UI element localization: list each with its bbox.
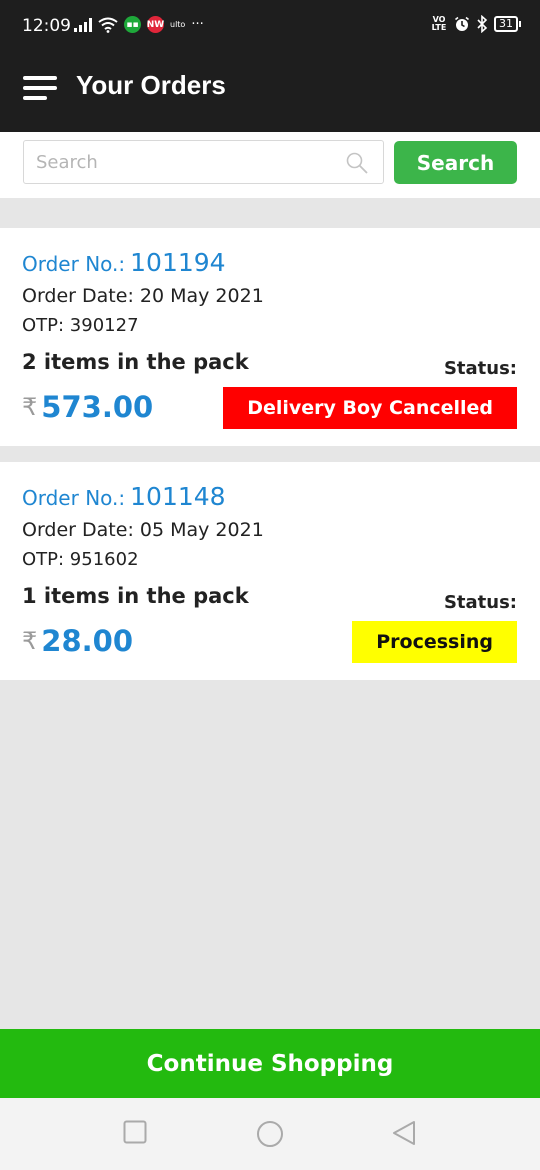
search-input[interactable] bbox=[34, 141, 338, 183]
back-icon[interactable] bbox=[392, 1120, 416, 1146]
rupee-icon: ₹ bbox=[22, 627, 38, 655]
order-number: Order No.: 101148 bbox=[22, 482, 226, 511]
alarm-icon bbox=[455, 16, 469, 31]
page-title: Your Orders bbox=[76, 70, 226, 100]
news-app-icon: NW bbox=[147, 16, 164, 33]
status-label: Status: bbox=[443, 358, 517, 379]
system-nav-bar bbox=[0, 1098, 540, 1170]
home-icon[interactable] bbox=[256, 1120, 284, 1148]
order-price-value: 28.00 bbox=[41, 624, 134, 658]
status-badge: Delivery Boy Cancelled bbox=[223, 387, 517, 429]
status-left-icons: ▪▪ NW ulto ··· bbox=[74, 16, 204, 33]
signal-icon bbox=[74, 17, 92, 32]
order-price: ₹28.00 bbox=[22, 624, 133, 658]
status-time: 12:09 bbox=[22, 16, 71, 36]
order-date: Order Date: 05 May 2021 bbox=[22, 519, 264, 541]
search-icon bbox=[346, 152, 368, 174]
search-field bbox=[23, 140, 384, 184]
order-items-count: 2 items in the pack bbox=[22, 350, 249, 374]
order-price: ₹573.00 bbox=[22, 390, 153, 424]
order-number-value: 101194 bbox=[130, 248, 226, 277]
order-price-value: 573.00 bbox=[41, 390, 154, 424]
order-number-label: Order No.: bbox=[22, 252, 126, 276]
order-card[interactable]: Order No.: 101148 Order Date: 05 May 2021… bbox=[0, 462, 540, 680]
search-button[interactable]: Search bbox=[394, 141, 517, 184]
rupee-icon: ₹ bbox=[22, 393, 38, 421]
continue-shopping-button[interactable]: Continue Shopping bbox=[0, 1029, 540, 1098]
order-number-value: 101148 bbox=[130, 482, 226, 511]
chat-app-icon: ▪▪ bbox=[124, 16, 141, 33]
order-items-count: 1 items in the pack bbox=[22, 584, 249, 608]
order-card[interactable]: Order No.: 101194 Order Date: 20 May 2021… bbox=[0, 228, 540, 446]
bluetooth-icon bbox=[477, 15, 488, 33]
order-otp: OTP: 951602 bbox=[22, 549, 139, 570]
recent-apps-icon[interactable] bbox=[123, 1120, 147, 1144]
wifi-icon bbox=[98, 17, 118, 33]
status-badge: Processing bbox=[352, 621, 517, 663]
order-number: Order No.: 101194 bbox=[22, 248, 226, 277]
order-otp: OTP: 390127 bbox=[22, 315, 139, 336]
app-bar: Your Orders bbox=[0, 42, 540, 132]
app-badge-text: ulto bbox=[170, 20, 186, 29]
order-date: Order Date: 20 May 2021 bbox=[22, 285, 264, 307]
status-label: Status: bbox=[443, 592, 517, 613]
volte-icon: VO LTE bbox=[431, 15, 447, 32]
hamburger-menu-icon[interactable] bbox=[23, 76, 57, 100]
battery-icon: 31 bbox=[494, 16, 521, 32]
status-bar: 12:09 ▪▪ NW ulto ··· VO LTE 31 bbox=[0, 0, 540, 42]
more-notifications-icon: ··· bbox=[191, 17, 204, 32]
status-right-icons: VO LTE 31 bbox=[430, 15, 521, 33]
order-number-label: Order No.: bbox=[22, 486, 126, 510]
search-bar: Search bbox=[0, 132, 540, 198]
